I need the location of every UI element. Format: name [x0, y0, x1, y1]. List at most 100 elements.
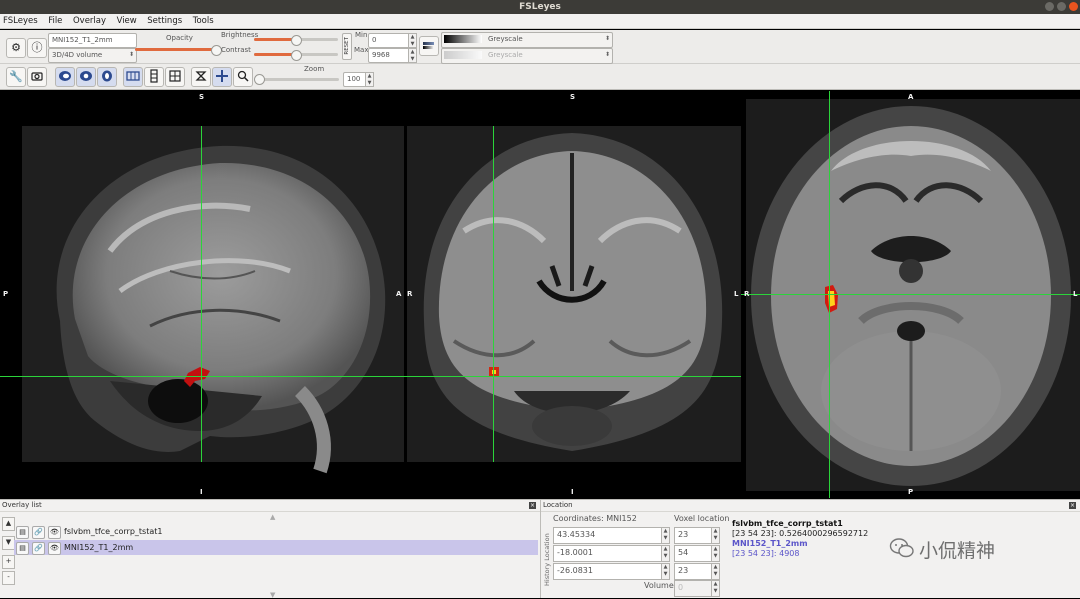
remove-overlay-button[interactable]: -	[2, 571, 15, 585]
axial-crosshair-vertical	[829, 91, 830, 498]
voxel-z-spinner[interactable]: ▲ ▼	[711, 563, 720, 580]
coronal-toggle-icon[interactable]	[76, 67, 96, 87]
zoom-label: Zoom	[304, 65, 325, 73]
link-icon[interactable]: 🔗	[32, 542, 45, 555]
colorbar-icon[interactable]	[419, 36, 439, 56]
overlay-type-value: 3D/4D volume	[52, 51, 103, 59]
title-bar: FSLeyes	[0, 0, 1080, 14]
scroll-up-icon[interactable]: ▲	[270, 513, 275, 521]
overlay-list-panel: Overlay list × ▲ ▲ ▼ + - ▤ 🔗 👁 fslvbm_tf…	[0, 499, 540, 599]
axial-top-label: A	[908, 93, 914, 101]
info-icon[interactable]: ⓘ	[27, 38, 47, 58]
sagittal-brain-image	[22, 126, 404, 474]
movie-mode-icon[interactable]	[191, 67, 211, 87]
voxel-x-field[interactable]: 23	[674, 527, 716, 544]
eye-icon[interactable]: 👁	[48, 542, 61, 555]
opacity-fill	[135, 48, 213, 51]
max-spinner[interactable]: ▲ ▼	[408, 48, 417, 63]
zoom-slider[interactable]	[254, 74, 265, 85]
horizontal-layout-icon[interactable]	[123, 67, 143, 87]
coronal-left-label: R	[407, 290, 413, 298]
voxel-y-field[interactable]: 54	[674, 545, 716, 562]
coordinate-z-field[interactable]: -26.0831	[553, 563, 666, 580]
coronal-crosshair-horizontal	[404, 376, 741, 377]
info-overlay-name-1: fslvbm_tfce_corrp_tstat1	[732, 519, 843, 528]
chevron-updown-icon: ⬍	[604, 35, 610, 42]
min-field[interactable]: 0	[368, 33, 413, 48]
menu-settings[interactable]: Settings	[147, 14, 182, 29]
gear-icon[interactable]: ⚙	[6, 38, 26, 58]
vertical-layout-icon[interactable]	[144, 67, 164, 87]
link-icon[interactable]: 🔗	[32, 526, 45, 539]
axial-bottom-label: P	[908, 488, 914, 496]
grid-layout-icon[interactable]	[165, 67, 185, 87]
zoom-icon[interactable]	[233, 67, 253, 87]
coronal-crosshair-vertical	[493, 126, 494, 462]
volume-field[interactable]: 0	[674, 580, 716, 597]
overlay-list-item[interactable]: ▤ 🔗 👁 MNI152_T1_2mm	[14, 540, 538, 555]
sagittal-crosshair-horizontal	[0, 376, 404, 377]
menu-fsleyes[interactable]: FSLeyes	[3, 14, 38, 29]
zoom-spinner[interactable]: ▲ ▼	[365, 72, 374, 87]
min-spinner[interactable]: ▲ ▼	[408, 33, 417, 48]
overlay-type-select[interactable]: 3D/4D volume ⬍	[48, 48, 137, 63]
watermark-text: 小侃精神	[919, 540, 996, 562]
coordinate-z-spinner[interactable]: ▲ ▼	[661, 563, 670, 580]
add-overlay-button[interactable]: +	[2, 555, 15, 569]
coronal-bottom-label: I	[571, 488, 574, 496]
coronal-brain-image	[407, 126, 741, 462]
max-field[interactable]: 9968	[368, 48, 413, 63]
overlay-name-field[interactable]: MNI152_T1_2mm	[48, 33, 137, 48]
voxel-x-spinner[interactable]: ▲ ▼	[711, 527, 720, 544]
location-panel: Location × History Location Coordinates:…	[540, 499, 1080, 598]
save-icon[interactable]: ▤	[16, 526, 29, 539]
contrast-slider[interactable]	[291, 50, 302, 61]
sagittal-left-label: P	[3, 290, 9, 298]
colormap-value: Greyscale	[488, 35, 523, 43]
close-icon[interactable]: ×	[1069, 502, 1076, 509]
location-side-tabs[interactable]: History Location	[543, 516, 552, 586]
wrench-icon[interactable]: 🔧	[6, 67, 26, 87]
sagittal-right-label: A	[396, 290, 402, 298]
menu-file[interactable]: File	[48, 14, 62, 29]
menu-overlay[interactable]: Overlay	[73, 14, 106, 29]
maximize-icon[interactable]	[1057, 2, 1066, 11]
chevron-updown-icon: ⬍	[604, 51, 610, 58]
neg-colormap-select[interactable]: Greyscale ⬍	[441, 48, 613, 64]
colormap-select[interactable]: Greyscale ⬍	[441, 32, 613, 48]
overlay-name: fslvbm_tfce_corrp_tstat1	[64, 527, 163, 536]
axial-view[interactable]: A P R L	[741, 91, 1080, 498]
reset-button[interactable]: RESET	[342, 33, 352, 60]
close-window-icon[interactable]	[1069, 2, 1078, 11]
axial-toggle-icon[interactable]	[97, 67, 117, 87]
coordinates-label: Coordinates: MNI152	[553, 514, 637, 523]
volume-spinner[interactable]: ▲ ▼	[711, 580, 720, 597]
camera-icon[interactable]	[27, 67, 47, 87]
menu-tools[interactable]: Tools	[193, 14, 214, 29]
sagittal-view[interactable]: S I P A	[0, 91, 404, 498]
sagittal-top-label: S	[199, 93, 205, 101]
coronal-view[interactable]: S I R L	[404, 91, 741, 498]
zoom-track	[257, 78, 339, 81]
axial-left-label: R	[744, 290, 750, 298]
eye-icon[interactable]: 👁	[48, 526, 61, 539]
crosshair-toggle-icon[interactable]	[212, 67, 232, 87]
coordinate-x-field[interactable]: 43.45334	[553, 527, 666, 544]
minimize-icon[interactable]	[1045, 2, 1054, 11]
sagittal-toggle-icon[interactable]	[55, 67, 75, 87]
opacity-label: Opacity	[166, 34, 193, 42]
brightness-slider[interactable]	[291, 35, 302, 46]
close-icon[interactable]: ×	[529, 502, 536, 509]
sagittal-crosshair-vertical	[201, 126, 202, 462]
neg-colormap-value: Greyscale	[488, 51, 523, 59]
coordinate-x-spinner[interactable]: ▲ ▼	[661, 527, 670, 544]
voxel-z-field[interactable]: 23	[674, 563, 716, 580]
coordinate-y-field[interactable]: -18.0001	[553, 545, 666, 562]
coordinate-y-spinner[interactable]: ▲ ▼	[661, 545, 670, 562]
location-header: Location ×	[541, 500, 1080, 512]
coronal-top-label: S	[570, 93, 576, 101]
save-icon[interactable]: ▤	[16, 542, 29, 555]
menu-view[interactable]: View	[117, 14, 137, 29]
overlay-list-item[interactable]: ▤ 🔗 👁 fslvbm_tfce_corrp_tstat1	[14, 524, 538, 539]
voxel-y-spinner[interactable]: ▲ ▼	[711, 545, 720, 562]
